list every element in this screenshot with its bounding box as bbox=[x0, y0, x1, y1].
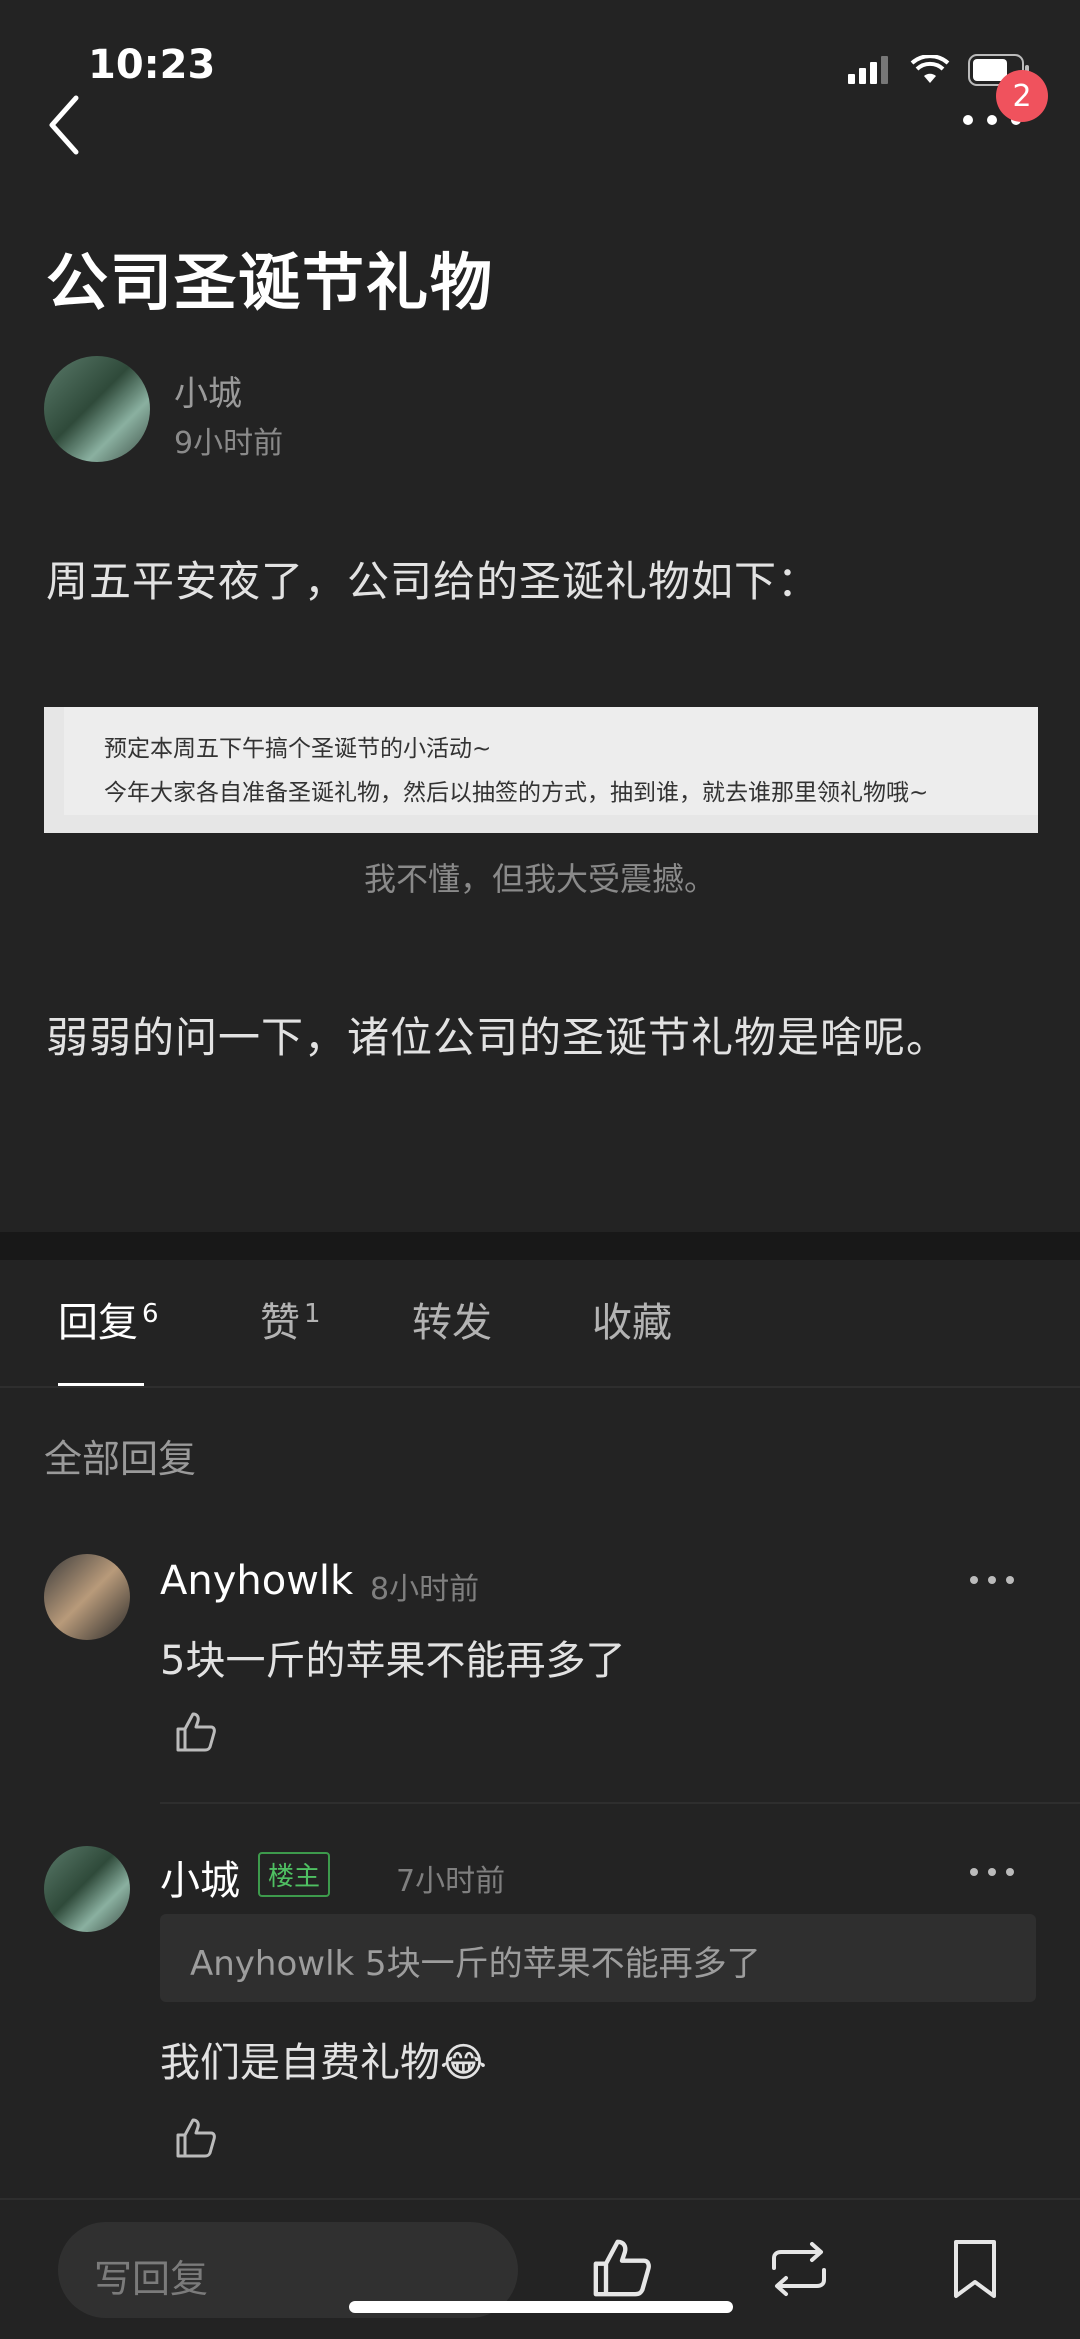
tab-bar: 回复 6 赞1 转发 收藏 bbox=[0, 1290, 1080, 1390]
comment-time: 7小时前 bbox=[396, 1864, 506, 1899]
tab-replies[interactable]: 回复 6 bbox=[58, 1290, 159, 1348]
repost-icon[interactable] bbox=[764, 2238, 834, 2300]
op-tag: 楼主 bbox=[258, 1852, 331, 1897]
section-divider bbox=[0, 1232, 1080, 1260]
quoted-reply[interactable]: Anyhowlk 5块一斤的苹果不能再多了 bbox=[160, 1914, 1036, 2002]
like-post-icon[interactable] bbox=[590, 2236, 654, 2300]
cellular-signal-icon bbox=[848, 56, 888, 84]
like-icon[interactable] bbox=[174, 1710, 218, 1754]
image-caption: 我不懂，但我大受震撼。 bbox=[363, 860, 716, 898]
back-arrow-icon[interactable] bbox=[40, 90, 90, 160]
post-paragraph: 周五平安夜了，公司给的圣诞礼物如下： bbox=[46, 557, 821, 606]
status-time: 10:23 bbox=[88, 42, 216, 88]
all-replies-label: 全部回复 bbox=[44, 1437, 197, 1481]
notification-badge[interactable]: 2 bbox=[996, 70, 1048, 122]
post-title: 公司圣诞节礼物 bbox=[46, 246, 495, 319]
comment-separator bbox=[160, 1802, 1080, 1804]
commenter-avatar[interactable] bbox=[44, 1554, 130, 1640]
bookmark-icon[interactable] bbox=[950, 2238, 1000, 2300]
tab-label: 转发 bbox=[412, 1300, 492, 1346]
tab-label: 回复 bbox=[58, 1300, 138, 1346]
comment-time: 8小时前 bbox=[370, 1572, 480, 1607]
tab-likes[interactable]: 赞1 bbox=[260, 1290, 321, 1348]
tab-label: 收藏 bbox=[592, 1300, 672, 1346]
tab-label: 赞 bbox=[260, 1300, 300, 1346]
image-text-line: 今年大家各自准备圣诞礼物，然后以抽签的方式，抽到谁，就去谁那里领礼物哦~ bbox=[104, 780, 929, 806]
comment-more-icon[interactable] bbox=[968, 1574, 1016, 1586]
post-image[interactable]: 预定本周五下午搞个圣诞节的小活动~ 今年大家各自准备圣诞礼物，然后以抽签的方式，… bbox=[44, 707, 1038, 833]
like-icon[interactable] bbox=[174, 2116, 218, 2160]
tab-separator bbox=[0, 1386, 1080, 1388]
post-paragraph: 弱弱的问一下，诸位公司的圣诞节礼物是啥呢。 bbox=[46, 1013, 950, 1062]
quoted-text: Anyhowlk 5块一斤的苹果不能再多了 bbox=[190, 1944, 761, 1984]
image-text-line: 预定本周五下午搞个圣诞节的小活动~ bbox=[104, 736, 492, 762]
reply-placeholder: 写回复 bbox=[94, 2257, 209, 2301]
tab-count: 1 bbox=[304, 1298, 321, 1329]
comment-more-icon[interactable] bbox=[968, 1866, 1016, 1878]
commenter-name[interactable]: 小城 bbox=[160, 1848, 240, 1906]
commenter-name[interactable]: Anyhowlk bbox=[160, 1558, 353, 1604]
comment-text: 5块一斤的苹果不能再多了 bbox=[160, 1638, 626, 1684]
tab-count: 6 bbox=[142, 1298, 159, 1329]
home-indicator bbox=[349, 2301, 733, 2313]
post-time: 9小时前 bbox=[174, 426, 284, 461]
wifi-icon bbox=[910, 55, 950, 83]
tab-reposts[interactable]: 转发 bbox=[412, 1290, 492, 1348]
image-content: 预定本周五下午搞个圣诞节的小活动~ 今年大家各自准备圣诞礼物，然后以抽签的方式，… bbox=[64, 707, 1038, 815]
comment-text: 我们是自费礼物😂 bbox=[160, 2040, 487, 2086]
author-avatar[interactable] bbox=[44, 356, 150, 462]
tab-favorites[interactable]: 收藏 bbox=[592, 1290, 672, 1348]
author-name[interactable]: 小城 bbox=[174, 366, 242, 415]
commenter-avatar[interactable] bbox=[44, 1846, 130, 1932]
